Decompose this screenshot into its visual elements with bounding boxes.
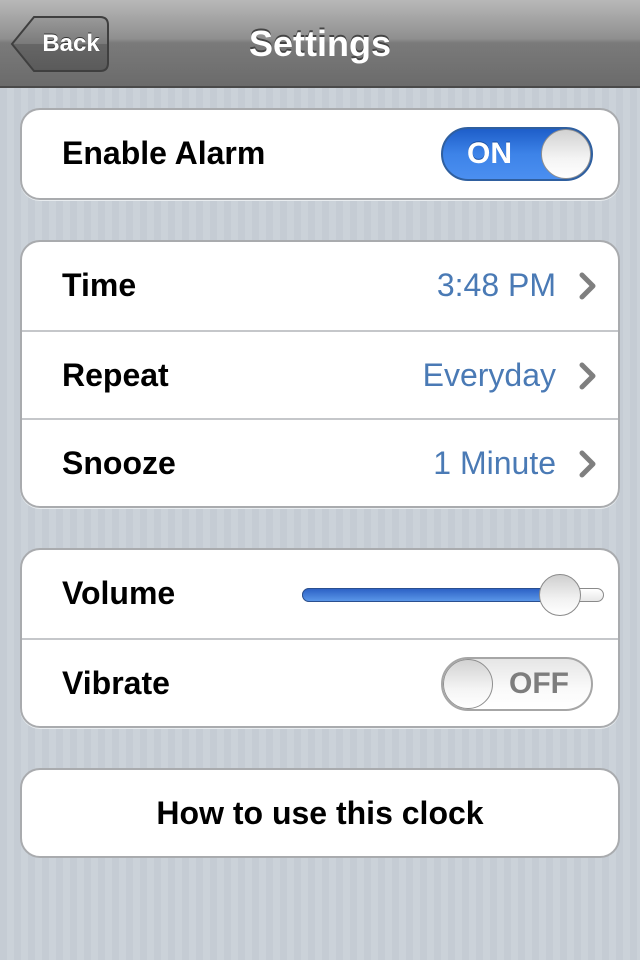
vibrate-label: Vibrate	[62, 665, 170, 701]
toggle-knob	[443, 659, 493, 709]
toggle-knob	[541, 129, 591, 179]
snooze-value: 1 Minute	[433, 445, 556, 481]
time-value: 3:48 PM	[436, 267, 556, 303]
repeat-label: Repeat	[62, 357, 169, 393]
toggle-state-text: OFF	[509, 667, 569, 700]
alarm-group: Enable Alarm ON	[20, 108, 620, 200]
volume-slider-fill	[302, 588, 560, 602]
time-label: Time	[62, 267, 137, 303]
enable-alarm-label: Enable Alarm	[62, 135, 266, 171]
volume-slider-thumb[interactable]	[538, 574, 581, 616]
page-title: Settings	[248, 23, 391, 64]
chevron-right-icon	[579, 362, 596, 390]
snooze-row[interactable]: Snooze 1 Minute	[22, 418, 618, 506]
chevron-right-icon	[579, 272, 596, 300]
vibrate-toggle[interactable]: OFF	[441, 657, 593, 711]
vibrate-row: Vibrate OFF	[22, 638, 618, 726]
navigation-bar: Back Settings	[0, 0, 640, 88]
volume-slider[interactable]	[302, 574, 604, 616]
enable-alarm-toggle[interactable]: ON	[441, 127, 593, 181]
volume-row: Volume	[22, 550, 618, 638]
repeat-value: Everyday	[422, 357, 556, 393]
how-to-use-button[interactable]: How to use this clock	[20, 768, 620, 858]
snooze-label: Snooze	[62, 445, 176, 481]
schedule-group: Time 3:48 PM Repeat Everyday Snooze 1 Mi…	[20, 240, 620, 508]
sound-group: Volume Vibrate OFF	[20, 548, 620, 728]
repeat-row[interactable]: Repeat Everyday	[22, 330, 618, 418]
toggle-state-text: ON	[467, 137, 512, 170]
enable-alarm-row: Enable Alarm ON	[22, 110, 618, 198]
time-row[interactable]: Time 3:48 PM	[22, 242, 618, 330]
volume-label: Volume	[62, 575, 176, 611]
chevron-right-icon	[579, 450, 596, 478]
